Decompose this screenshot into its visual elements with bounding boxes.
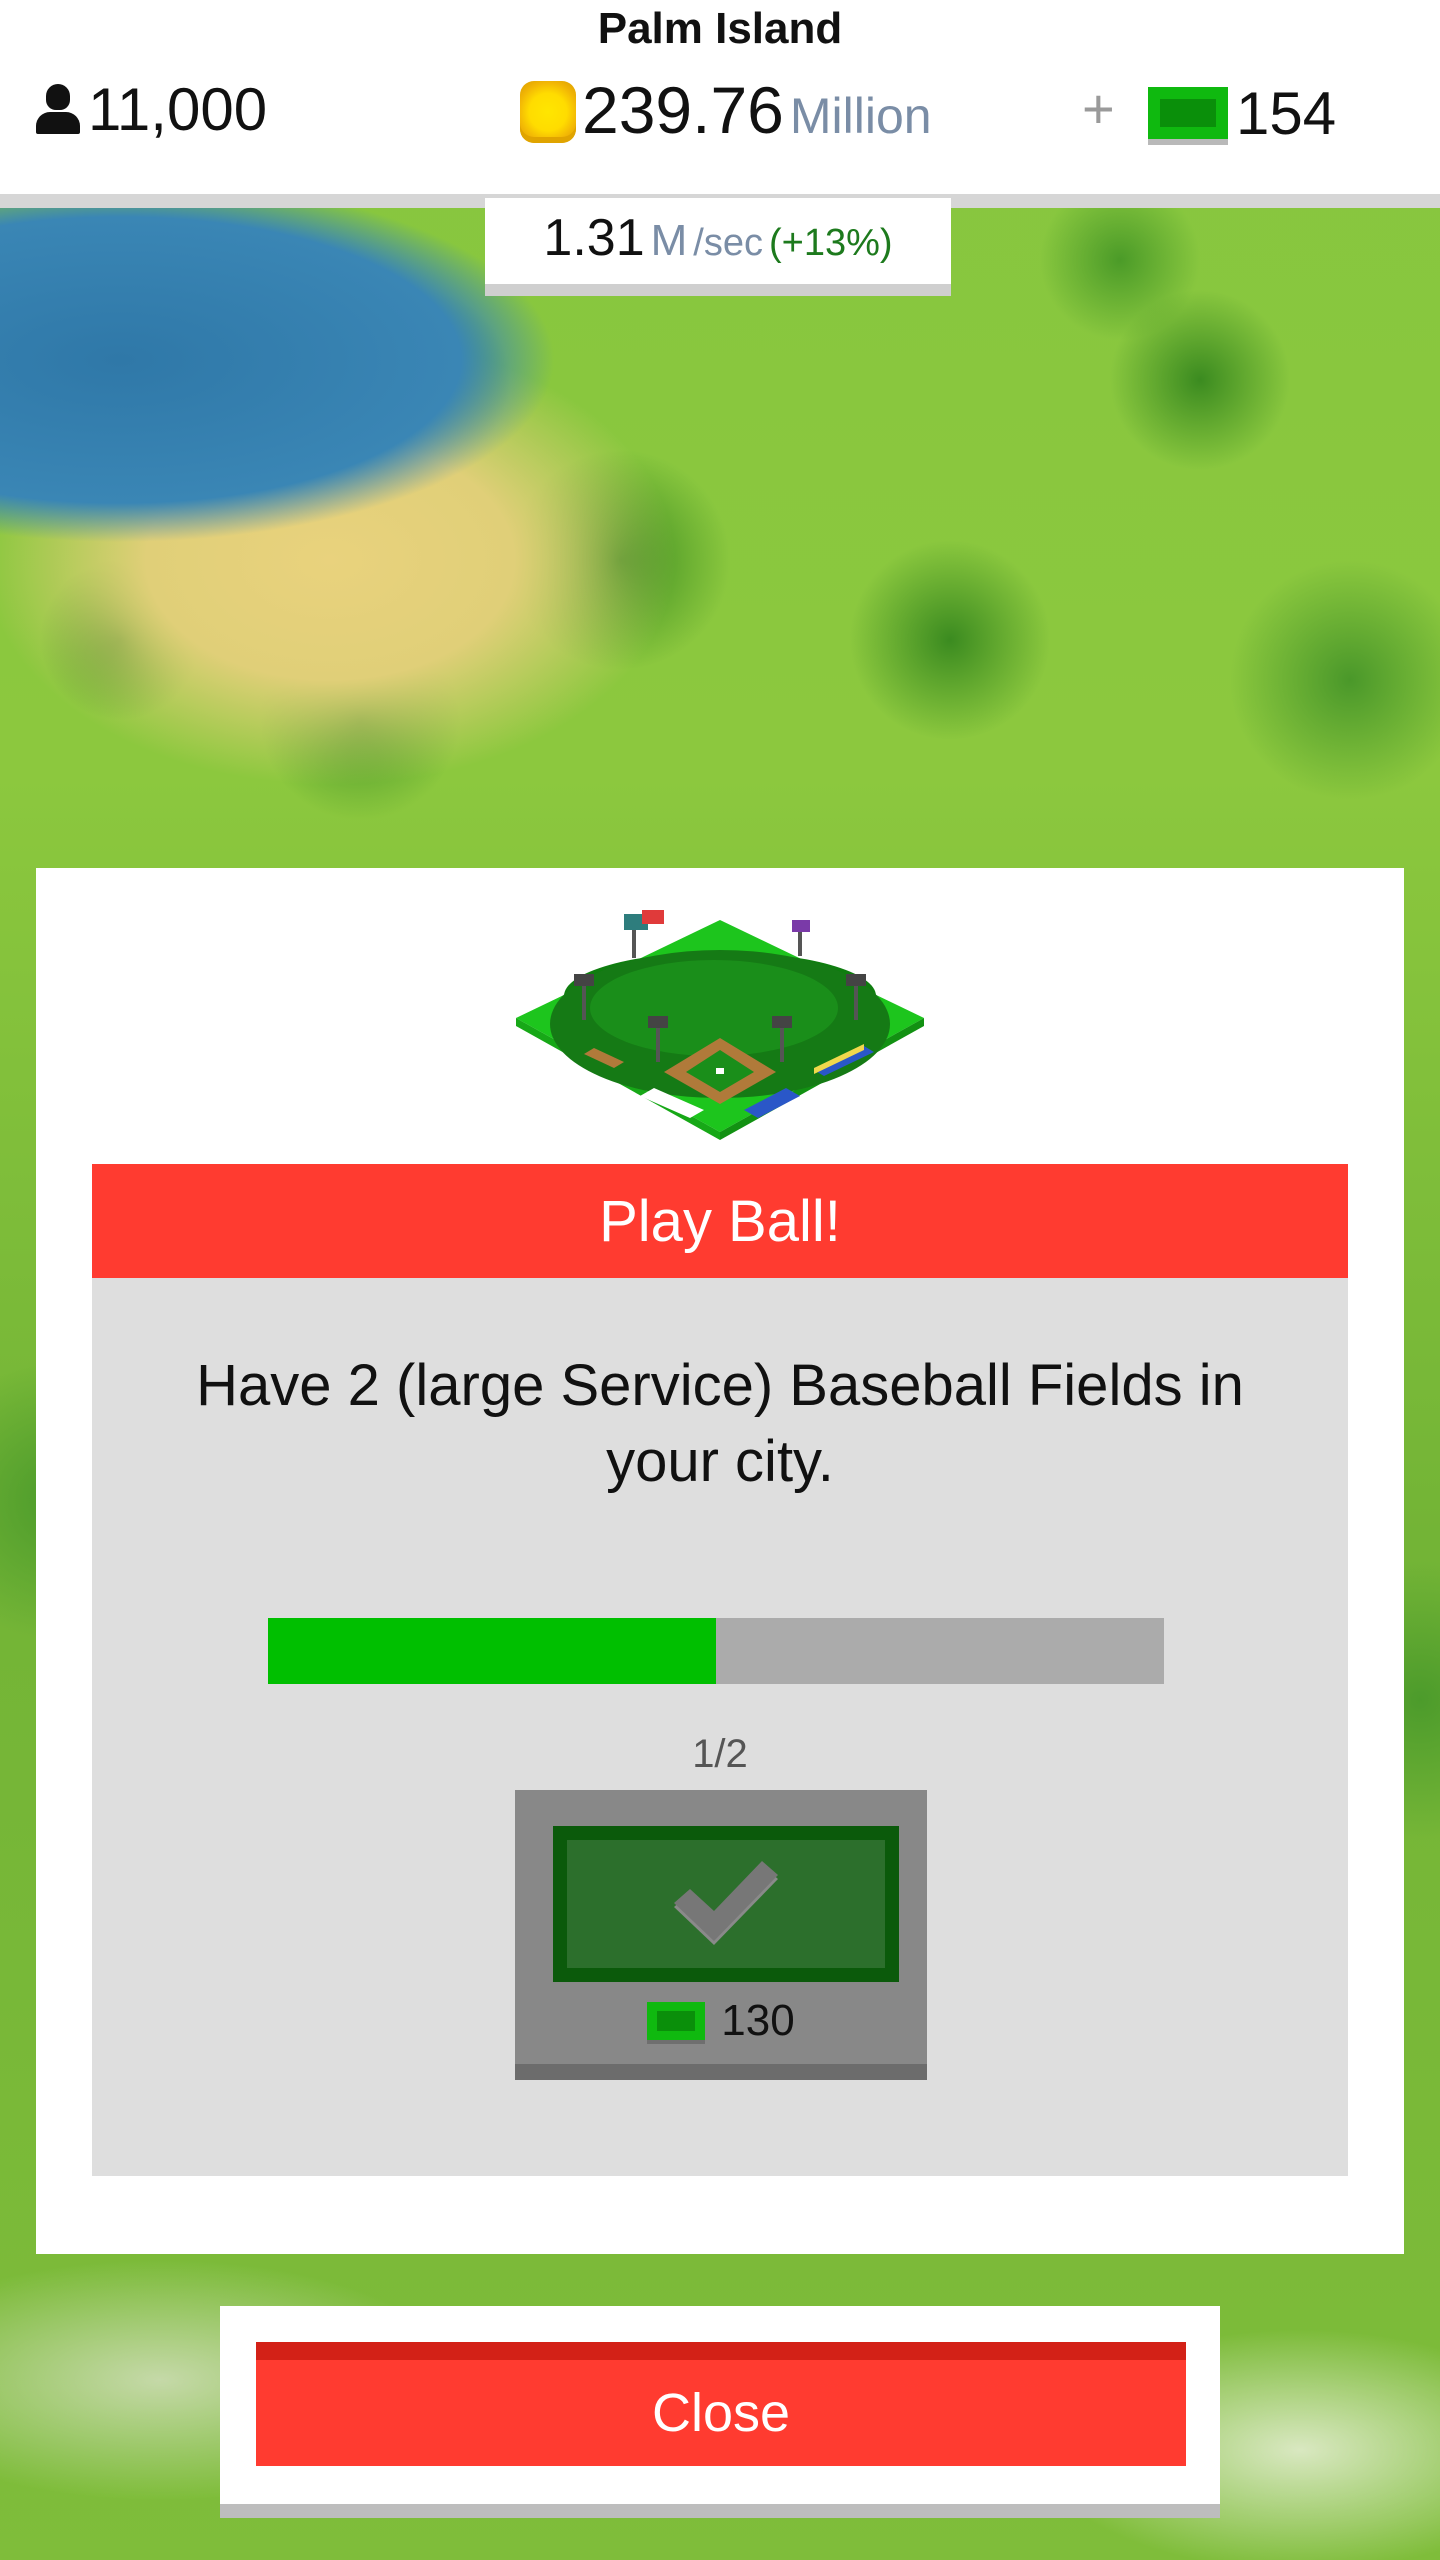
money-display: 239.76 Million [520, 72, 932, 152]
achievement-description: Have 2 (large Service) Baseball Fields i… [196, 1353, 1244, 1494]
progress-label: 1/2 [692, 1732, 748, 1776]
cash-icon [647, 2002, 706, 2040]
person-icon [36, 84, 80, 134]
progress-bar [268, 1618, 1164, 1684]
income-value: 1.31 [543, 209, 645, 267]
achievement-dialog: Play Ball! Have 2 (large Service) Baseba… [36, 868, 1404, 2254]
income-unit: M [650, 216, 688, 265]
money-unit: Million [789, 88, 932, 144]
cash-display[interactable]: 154 [1148, 78, 1336, 148]
achievement-title: Play Ball! [92, 1164, 1348, 1278]
close-button[interactable]: Close [256, 2342, 1186, 2466]
coin-icon [520, 81, 576, 143]
income-tab[interactable]: 1.31 M /sec (+13%) [485, 198, 951, 296]
top-bar: Palm Island 11,000 239.76 Million + 154 [0, 0, 1440, 208]
reward-row: 130 [515, 1996, 927, 2046]
cash-icon [1148, 87, 1228, 139]
cash-value: 154 [1236, 79, 1337, 147]
population-display: 11,000 [36, 74, 267, 144]
claim-reward-button[interactable]: 130 [515, 1790, 927, 2080]
close-button-frame: Close [220, 2306, 1220, 2518]
check-icon [674, 1861, 778, 1945]
reward-value: 130 [721, 1996, 795, 2045]
city-name: Palm Island [597, 4, 843, 53]
claim-button-face [553, 1826, 899, 1982]
buy-cash-plus-button[interactable]: + [1082, 76, 1115, 141]
achievement-panel: Have 2 (large Service) Baseball Fields i… [92, 1278, 1348, 2176]
baseball-field-icon [514, 900, 926, 1140]
income-bonus: (+13%) [769, 222, 893, 264]
money-value: 239.76 [582, 73, 784, 147]
income-rate: /sec [693, 222, 763, 264]
population-value: 11,000 [88, 75, 268, 143]
progress-bar-fill [268, 1618, 716, 1684]
